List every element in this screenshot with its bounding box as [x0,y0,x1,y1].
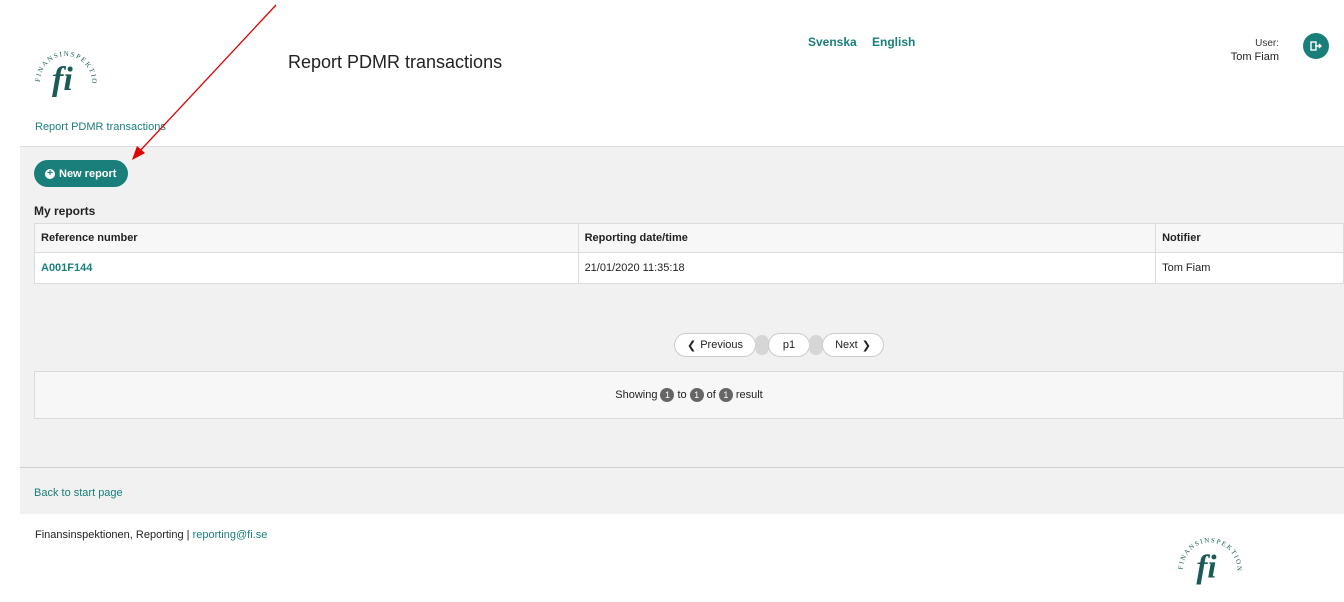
lang-english-link[interactable]: English [872,35,915,49]
new-report-button[interactable]: + New report [34,160,128,187]
notifier-cell: Tom Fiam [1155,252,1344,284]
showing-text: Showing [615,389,658,401]
column-header-notifier[interactable]: Notifier [1155,223,1344,253]
page-1-button[interactable]: p1 [768,333,810,357]
breadcrumb-report-pdmr[interactable]: Report PDMR transactions [35,121,166,133]
previous-page-button[interactable]: ❮ Previous [674,333,756,357]
plus-circle-icon: + [45,168,55,179]
page-header: FINANSINSPEKTIONEN fi Report PDMR transa… [0,0,1344,147]
pager-spacer [809,335,823,355]
pagination: ❮ Previous p1 Next ❯ [674,333,884,357]
column-header-date[interactable]: Reporting date/time [577,223,1157,253]
my-reports-title: My reports [34,204,96,218]
chevron-right-icon: ❯ [861,339,871,352]
reports-table: Reference number Reporting date/time Not… [34,223,1344,284]
fi-footer-logo: FINANSINSPEKTIONEN fi [1175,522,1241,585]
lang-svenska-link[interactable]: Svenska [808,35,857,49]
new-report-label: New report [59,167,117,180]
app-title: Report PDMR transactions [288,52,503,72]
footer-org-text: Finansinspektionen, Reporting | [35,529,193,541]
svg-text:fi: fi [1196,549,1217,585]
column-header-reference[interactable]: Reference number [34,223,579,253]
logout-icon [1310,41,1322,51]
page-footer: Finansinspektionen, Reporting | reportin… [0,514,1344,602]
chevron-left-icon: ❮ [686,339,697,352]
svg-text:fi: fi [52,61,73,98]
user-name: Tom Fiam [1230,51,1279,63]
logout-button[interactable] [1303,33,1329,59]
result-from-badge: 1 [660,388,675,402]
result-to-badge: 1 [689,388,704,402]
to-text: to [677,389,687,401]
user-label: User: [1255,38,1279,49]
back-to-start-link[interactable]: Back to start page [34,487,123,499]
result-suffix-text: result [735,389,763,401]
table-header-row: Reference number Reporting date/time Not… [34,223,1344,253]
reporting-date-cell: 21/01/2020 11:35:18 [577,252,1157,284]
pager-spacer [755,335,769,355]
fi-logo: FINANSINSPEKTIONEN fi [30,40,97,98]
table-row[interactable]: A001F144 21/01/2020 11:35:18 Tom Fiam [34,252,1344,284]
content-divider [20,467,1344,468]
footer-text: Finansinspektionen, Reporting | reportin… [35,529,267,541]
of-text: of [706,389,716,401]
main-content: + New report My reports Reference number… [20,147,1344,514]
next-label: Next [835,339,858,351]
reference-link[interactable]: A001F144 [34,252,579,284]
result-total-badge: 1 [718,388,733,402]
result-summary: Showing 1 to 1 of 1 result [34,371,1344,419]
footer-email-link[interactable]: reporting@fi.se [193,529,268,541]
previous-label: Previous [700,339,743,351]
next-page-button[interactable]: Next ❯ [822,333,884,357]
